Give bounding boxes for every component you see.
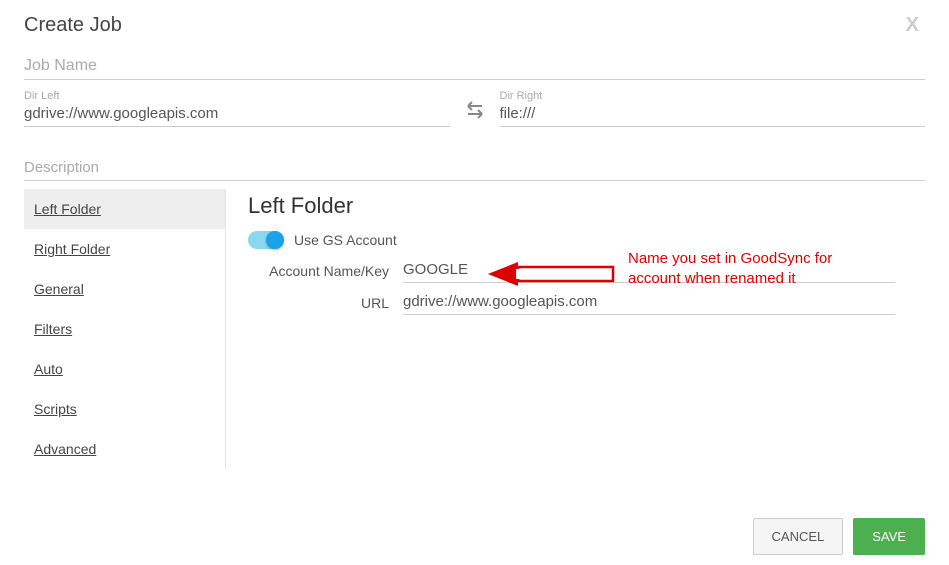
dir-right-label: Dir Right [500, 90, 926, 102]
save-button[interactable]: SAVE [853, 518, 925, 555]
content-panel: Left Folder Use GS Account Account Name/… [248, 189, 925, 469]
dir-right-input[interactable] [500, 103, 926, 127]
sidebar-item-auto[interactable]: Auto [24, 349, 225, 389]
account-name-row: Account Name/Key [248, 259, 925, 283]
use-gs-account-row: Use GS Account [248, 231, 925, 249]
swap-col [460, 100, 490, 127]
footer: CANCEL SAVE [753, 518, 925, 555]
use-gs-account-toggle[interactable] [248, 231, 284, 249]
dir-left-input[interactable] [24, 103, 450, 127]
sidebar-item-filters[interactable]: Filters [24, 309, 225, 349]
description-input[interactable] [24, 157, 925, 181]
main-area: Left Folder Right Folder General Filters… [24, 189, 925, 469]
job-name-input[interactable] [24, 55, 925, 80]
cancel-button[interactable]: CANCEL [753, 518, 844, 555]
use-gs-account-label: Use GS Account [294, 232, 397, 248]
sidebar-item-scripts[interactable]: Scripts [24, 389, 225, 429]
account-name-label: Account Name/Key [248, 263, 403, 279]
sidebar: Left Folder Right Folder General Filters… [24, 189, 226, 469]
dir-left-label: Dir Left [24, 90, 450, 102]
description-row [24, 157, 925, 181]
modal-title: Create Job [24, 14, 925, 37]
sidebar-item-right-folder[interactable]: Right Folder [24, 229, 225, 269]
sidebar-item-general[interactable]: General [24, 269, 225, 309]
url-row: URL [248, 291, 925, 315]
close-button[interactable]: X [906, 14, 919, 37]
dir-left-col: Dir Left [24, 90, 450, 127]
url-input[interactable] [403, 291, 895, 315]
url-label: URL [248, 295, 403, 311]
sidebar-item-left-folder[interactable]: Left Folder [24, 189, 225, 229]
create-job-modal: Create Job X Dir Left Dir Right Left Fol… [0, 0, 949, 469]
dirs-row: Dir Left Dir Right [24, 90, 925, 127]
dir-right-col: Dir Right [500, 90, 926, 127]
toggle-thumb [266, 231, 284, 249]
content-title: Left Folder [248, 193, 925, 219]
sidebar-item-advanced[interactable]: Advanced [24, 429, 225, 469]
swap-icon[interactable] [464, 100, 486, 125]
job-name-row [24, 55, 925, 80]
account-name-input[interactable] [403, 259, 895, 283]
